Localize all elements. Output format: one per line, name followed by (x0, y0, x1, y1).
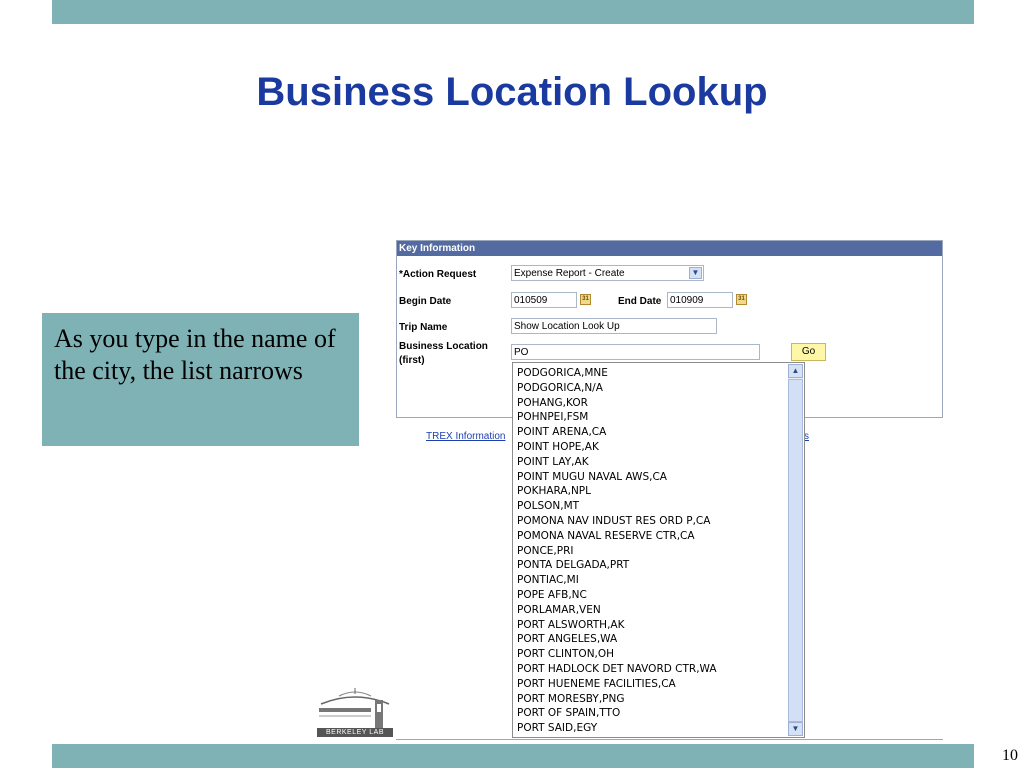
callout-box: As you type in the name of the city, the… (42, 313, 359, 446)
berkeley-lab-logo: BERKELEY LAB (315, 686, 395, 742)
business-location-input[interactable]: PO (511, 344, 760, 360)
suggestion-item[interactable]: POINT HOPE,AK (517, 440, 787, 455)
section-header: Key Information (397, 241, 942, 256)
suggestion-item[interactable]: PODGORICA,N/A (517, 381, 787, 396)
suggestion-item[interactable]: POMONA NAV INDUST RES ORD P,CA (517, 514, 787, 529)
action-request-label: *Action Request (399, 269, 477, 280)
suggestion-item[interactable]: PORT ALSWORTH,AK (517, 618, 787, 633)
suggestion-item[interactable]: POKHARA,NPL (517, 484, 787, 499)
logo-building-icon (319, 688, 390, 730)
suggestion-item[interactable]: PORT OF SPAIN,TTO (517, 706, 787, 721)
suggestion-item[interactable]: POPE AFB,NC (517, 588, 787, 603)
page-number: 10 (1002, 747, 1018, 764)
suggestion-item[interactable]: PONTA DELGADA,PRT (517, 558, 787, 573)
suggestion-item[interactable]: PORT MORESBY,PNG (517, 692, 787, 707)
suggestion-item[interactable]: POLSON,MT (517, 499, 787, 514)
location-suggestion-list[interactable]: PODGORICA,MNE PODGORICA,N/A POHANG,KOR POHN… (512, 362, 805, 738)
suggestion-item[interactable]: PORLAMAR,VEN (517, 603, 787, 618)
suggestion-item[interactable]: PODGORICA,MNE (517, 366, 787, 381)
suggestion-item[interactable]: PORT HUENEME FACILITIES,CA (517, 677, 787, 692)
calendar-icon[interactable]: 31 (736, 294, 747, 305)
suggestion-item[interactable]: POHANG,KOR (517, 396, 787, 411)
end-date-label: End Date (618, 296, 662, 307)
trip-name-label: Trip Name (399, 322, 448, 333)
top-band (52, 0, 974, 24)
begin-date-input[interactable]: 010509 (511, 292, 577, 308)
scroll-thumb[interactable] (788, 379, 803, 722)
suggestion-item[interactable]: POINT ARENA,CA (517, 425, 787, 440)
go-button[interactable]: Go (791, 343, 826, 361)
action-request-select[interactable]: Expense Report - Create ▼ (511, 265, 704, 281)
trex-information-link[interactable]: TREX Information (426, 431, 505, 442)
end-date-input[interactable]: 010909 (667, 292, 733, 308)
chevron-down-icon[interactable]: ▼ (689, 267, 702, 279)
bottom-band (52, 744, 974, 768)
chevron-up-icon[interactable]: ▲ (788, 364, 803, 378)
calendar-icon[interactable]: 31 (580, 294, 591, 305)
business-location-label: Business Location (399, 341, 488, 352)
logo-text: BERKELEY LAB (317, 728, 393, 737)
suggestion-item[interactable]: PONTIAC,MI (517, 573, 787, 588)
begin-date-label: Begin Date (399, 296, 452, 307)
chevron-down-icon[interactable]: ▼ (788, 722, 803, 736)
suggestion-item[interactable]: POINT MUGU NAVAL AWS,CA (517, 470, 787, 485)
divider (396, 739, 943, 740)
suggestion-item[interactable]: PORT CLINTON,OH (517, 647, 787, 662)
suggestion-item[interactable]: POINT LAY,AK (517, 455, 787, 470)
business-location-label-sub: (first) (399, 355, 425, 366)
scrollbar[interactable]: ▲ ▼ (788, 364, 803, 736)
action-request-value: Expense Report - Create (514, 268, 625, 279)
suggestion-item[interactable]: PORT HADLOCK DET NAVORD CTR,WA (517, 662, 787, 677)
slide-title: Business Location Lookup (256, 70, 768, 114)
suggestion-item[interactable]: POHNPEI,FSM (517, 410, 787, 425)
trip-name-input[interactable]: Show Location Look Up (511, 318, 717, 334)
suggestion-item[interactable]: PORT SAID,EGY (517, 721, 787, 736)
suggestion-item[interactable]: POMONA NAVAL RESERVE CTR,CA (517, 529, 787, 544)
suggestion-item[interactable]: PORT ANGELES,WA (517, 632, 787, 647)
suggestion-items: PODGORICA,MNE PODGORICA,N/A POHANG,KOR POHN… (517, 366, 787, 736)
suggestion-item[interactable]: PONCE,PRI (517, 544, 787, 559)
